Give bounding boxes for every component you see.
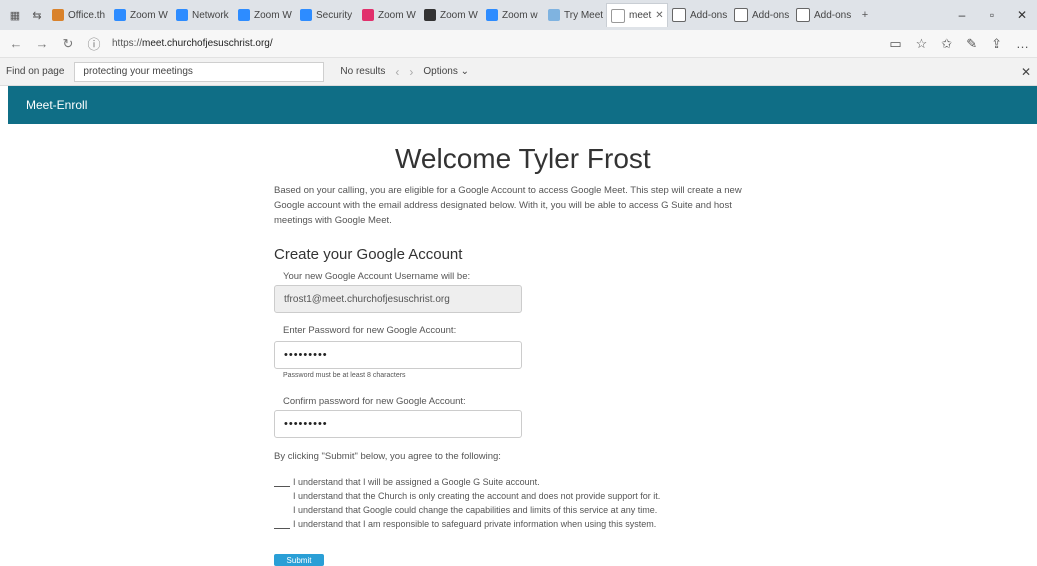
acknowledgement-item[interactable]: I understand that the Church is only cre…: [274, 491, 754, 501]
username-label: Your new Google Account Username will be…: [283, 271, 471, 282]
find-close-icon[interactable]: ✕: [1021, 65, 1031, 79]
username-field: tfrost1@meet.churchofjesuschrist.org: [274, 285, 522, 313]
back-icon[interactable]: ←: [8, 36, 24, 51]
browser-tab[interactable]: Network: [172, 3, 234, 27]
tab-label: Network: [192, 9, 229, 21]
pen-icon[interactable]: ✎: [966, 36, 977, 52]
acknowledgement-item[interactable]: I understand that I will be assigned a G…: [274, 477, 754, 487]
tab-favicon: [114, 9, 126, 21]
url-host: meet.churchofjesuschrist.org/: [142, 38, 273, 49]
tab-label: Try Meet: [564, 9, 604, 21]
find-label: Find on page: [6, 66, 65, 77]
acknowledgement-text: I understand that I will be assigned a G…: [293, 477, 540, 487]
forward-icon[interactable]: →: [34, 36, 50, 51]
tab-label: Office.th: [68, 9, 106, 21]
tab-favicon: [424, 9, 436, 21]
browser-tab[interactable]: Add-ons: [730, 3, 792, 27]
acknowledgement-text: I understand that I am responsible to sa…: [293, 519, 657, 529]
browser-tab-active[interactable]: meet ✕: [606, 3, 668, 27]
find-result-count: No results: [340, 66, 386, 77]
site-brand-link[interactable]: Meet-Enroll: [26, 98, 87, 112]
acknowledgement-text: I understand that the Church is only cre…: [293, 491, 661, 501]
refresh-icon[interactable]: ↻: [60, 36, 76, 52]
new-tab-icon[interactable]: +: [854, 4, 876, 26]
tab-label: Zoom w: [502, 9, 538, 21]
tab-favicon: [486, 9, 498, 21]
page-info-icon[interactable]: ⓘ: [86, 34, 102, 53]
tab-label: Add-ons: [690, 9, 728, 21]
browser-tab[interactable]: Try Meet: [544, 3, 606, 27]
find-next-icon[interactable]: ›: [409, 65, 413, 79]
acknowledgement-checkbox[interactable]: [274, 519, 290, 529]
tab-favicon: [300, 9, 312, 21]
tab-label: Zoom W: [130, 9, 168, 21]
acknowledgement-item[interactable]: I understand that I am responsible to sa…: [274, 519, 754, 529]
browser-tab[interactable]: Zoom w: [482, 3, 544, 27]
reading-view-icon[interactable]: ▭: [889, 36, 901, 52]
browser-tab[interactable]: Add-ons: [792, 3, 854, 27]
browser-tab[interactable]: Add-ons: [668, 3, 730, 27]
tab-favicon: [176, 9, 188, 21]
tab-favicon: [796, 8, 810, 22]
maximize-icon[interactable]: ▫: [977, 8, 1007, 22]
confirm-password-label: Confirm password for new Google Account:: [283, 396, 466, 407]
submit-button[interactable]: Submit: [274, 554, 324, 566]
find-on-page-bar: Find on page No results ‹ › Options ⌄ ✕: [0, 58, 1037, 86]
tab-label: Add-ons: [752, 9, 790, 21]
tab-favicon: [52, 9, 64, 21]
site-header: Meet-Enroll: [8, 86, 1037, 124]
more-icon[interactable]: …: [1016, 36, 1029, 52]
find-options-label: Options: [423, 66, 458, 77]
tab-label: Zoom W: [440, 9, 478, 21]
browser-tab[interactable]: Office.th: [48, 3, 110, 27]
tab-favicon: [362, 9, 374, 21]
tab-favicon: [238, 9, 250, 21]
browser-tab[interactable]: Zoom W: [110, 3, 172, 27]
tab-favicon: [611, 8, 625, 23]
tab-label: Add-ons: [814, 9, 852, 21]
close-tab-icon[interactable]: ✕: [655, 10, 663, 21]
find-previous-icon[interactable]: ‹: [395, 65, 399, 79]
page-title: Welcome Tyler Frost: [395, 143, 651, 174]
browser-tab[interactable]: Zoom W: [420, 3, 482, 27]
browser-tab-strip: ▦ ⇆ Office.th Zoom W Network Zoom W Secu…: [0, 0, 1037, 30]
tab-label: Zoom W: [378, 9, 416, 21]
window-close-icon[interactable]: ✕: [1007, 8, 1037, 22]
favorite-star-icon[interactable]: ☆: [916, 36, 928, 52]
tab-favicon: [548, 9, 560, 21]
agreement-intro: By clicking "Submit" below, you agree to…: [274, 451, 501, 462]
intro-text: Based on your calling, you are eligible …: [274, 185, 742, 226]
browser-tab[interactable]: Zoom W: [358, 3, 420, 27]
share-icon[interactable]: ⇪: [991, 36, 1002, 52]
tab-label: Security: [316, 9, 353, 21]
url-prefix: https://: [112, 38, 143, 49]
password-label: Enter Password for new Google Account:: [283, 325, 457, 336]
acknowledgement-item[interactable]: I understand that Google could change th…: [274, 505, 754, 515]
find-input[interactable]: [74, 61, 325, 82]
confirm-password-input[interactable]: [274, 410, 522, 438]
address-bar: ← → ↻ ⓘ https://meet.churchofjesuschrist…: [0, 30, 1037, 58]
password-hint: Password must be at least 8 characters: [283, 372, 406, 379]
url-field[interactable]: https://meet.churchofjesuschrist.org/: [112, 38, 879, 49]
section-title: Create your Google Account: [274, 246, 463, 263]
find-options-button[interactable]: Options ⌄: [423, 66, 469, 77]
window-controls: – ▫ ✕: [947, 8, 1037, 22]
tab-label: meet: [629, 10, 652, 21]
browser-tab[interactable]: Zoom W: [234, 3, 296, 27]
favorites-icon[interactable]: ✩: [941, 36, 952, 52]
acknowledgement-text: I understand that Google could change th…: [293, 505, 658, 515]
window-menu-icon[interactable]: ▦: [4, 4, 26, 26]
tab-label: Zoom W: [254, 9, 292, 21]
acknowledgement-checkbox[interactable]: [274, 477, 290, 487]
minimize-icon[interactable]: –: [947, 8, 977, 22]
tab-favicon: [734, 8, 748, 22]
tab-favicon: [672, 8, 686, 22]
password-input[interactable]: [274, 341, 522, 369]
browser-tab[interactable]: Security: [296, 3, 358, 27]
tab-actions-icon[interactable]: ⇆: [26, 4, 48, 26]
toolbar-icons: ▭ ☆ ✩ ✎ ⇪ …: [889, 36, 1029, 52]
